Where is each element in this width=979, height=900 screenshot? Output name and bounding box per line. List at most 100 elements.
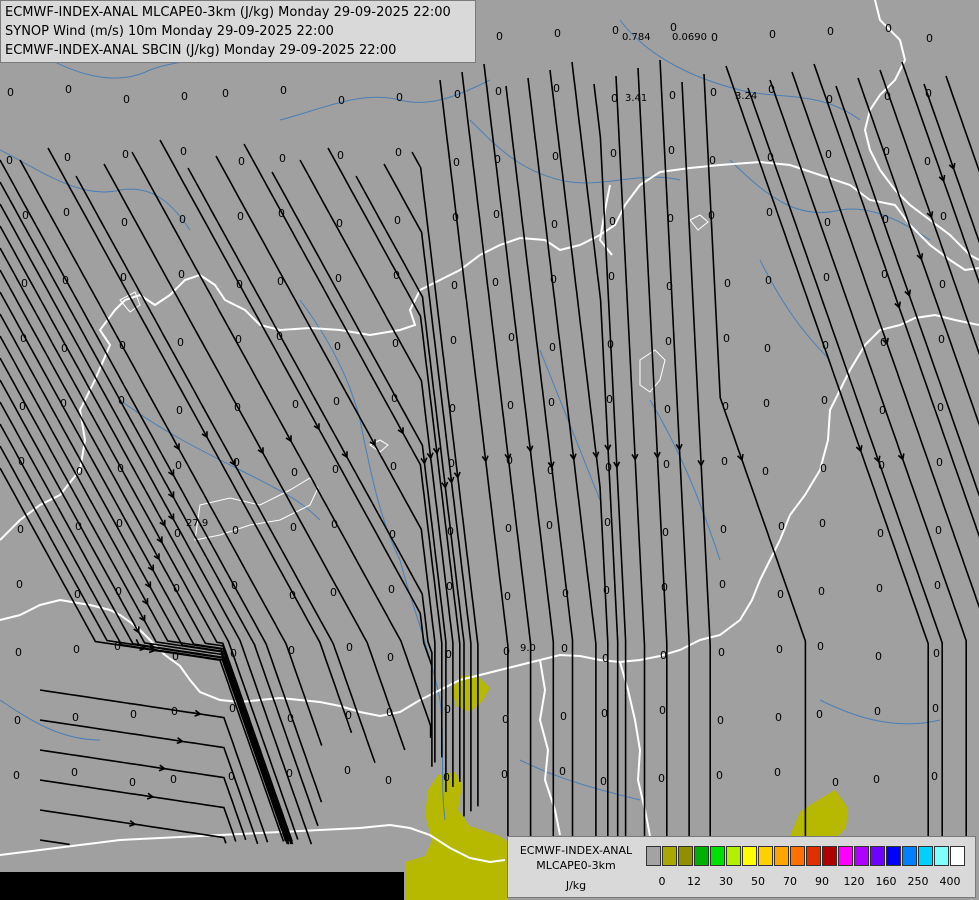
sbcin-zero-label: 0	[821, 394, 828, 407]
sbcin-zero-label: 0	[925, 87, 932, 100]
sbcin-zero-label: 0	[665, 335, 672, 348]
sbcin-zero-label: 0	[292, 398, 299, 411]
legend-tick-label: 160	[875, 875, 897, 888]
sbcin-zero-label: 0	[720, 523, 727, 536]
sbcin-zero-label: 0	[61, 342, 68, 355]
sbcin-zero-label: 0	[768, 83, 775, 96]
title-line-sbcin: ECMWF-INDEX-ANAL SBCIN (J/kg) Monday 29-…	[5, 43, 397, 58]
sbcin-zero-label: 0	[334, 340, 341, 353]
sbcin-zero-label: 0	[880, 336, 887, 349]
legend-swatch	[726, 846, 741, 866]
sbcin-zero-label: 0	[717, 714, 724, 727]
sbcin-zero-label: 0	[764, 342, 771, 355]
sbcin-zero-label: 0	[116, 517, 123, 530]
sbcin-zero-label: 0	[338, 94, 345, 107]
sbcin-zero-label: 0	[723, 332, 730, 345]
sbcin-zero-label: 0	[277, 275, 284, 288]
legend-swatch	[902, 846, 917, 866]
sbcin-zero-label: 0	[612, 24, 619, 37]
sbcin-zero-label: 0	[600, 775, 607, 788]
sbcin-zero-label: 0	[937, 401, 944, 414]
sbcin-zero-label: 0	[228, 770, 235, 783]
sbcin-zero-label: 0	[234, 401, 241, 414]
sbcin-zero-label: 0	[389, 528, 396, 541]
sbcin-zero-label: 0	[73, 643, 80, 656]
sbcin-zero-label: 0	[286, 767, 293, 780]
sbcin-zero-label: 0	[170, 773, 177, 786]
sbcin-zero-label: 0	[236, 278, 243, 291]
sbcin-zero-label: 0	[934, 579, 941, 592]
sbcin-zero-label: 0	[938, 333, 945, 346]
title-line-synop-wind: SYNOP Wind (m/s) 10m Monday 29-09-2025 2…	[5, 24, 334, 39]
sbcin-zero-label: 0	[878, 459, 885, 472]
sbcin-zero-label: 0	[562, 587, 569, 600]
sbcin-zero-label: 0	[233, 456, 240, 469]
sbcin-zero-label: 0	[716, 769, 723, 782]
sbcin-zero-label: 0	[552, 150, 559, 163]
sbcin-zero-label: 0	[877, 527, 884, 540]
sbcin-zero-label: 0	[122, 148, 129, 161]
sbcin-zero-label: 0	[508, 331, 515, 344]
sbcin-zero-label: 0	[179, 213, 186, 226]
sbcin-zero-label: 0	[13, 769, 20, 782]
sbcin-zero-label: 0	[882, 213, 889, 226]
sbcin-zero-label: 0	[884, 90, 891, 103]
legend-swatch	[662, 846, 677, 866]
sbcin-zero-label: 0	[385, 774, 392, 787]
sbcin-zero-label: 0	[123, 93, 130, 106]
legend-swatch	[838, 846, 853, 866]
legend-swatch	[710, 846, 725, 866]
sbcin-zero-label: 0	[171, 705, 178, 718]
sbcin-zero-label: 0	[7, 86, 14, 99]
sbcin-zero-label: 0	[231, 579, 238, 592]
sbcin-zero-label: 0	[824, 216, 831, 229]
sbcin-zero-label: 0	[346, 641, 353, 654]
sbcin-zero-label: 0	[492, 276, 499, 289]
legend-swatch	[870, 846, 885, 866]
sbcin-zero-label: 0	[288, 644, 295, 657]
sbcin-zero-label: 0	[818, 585, 825, 598]
sbcin-zero-label: 0	[505, 522, 512, 535]
sbcin-zero-label: 0	[932, 702, 939, 715]
sbcin-zero-label: 0	[604, 516, 611, 529]
sbcin-zero-label: 0	[64, 151, 71, 164]
sbcin-zero-label: 0	[778, 520, 785, 533]
sbcin-zero-label: 0	[119, 339, 126, 352]
sbcin-zero-label: 0	[453, 156, 460, 169]
sbcin-zero-label: 0	[6, 154, 13, 167]
sbcin-zero-label: 0	[180, 145, 187, 158]
sbcin-zero-label: 0	[832, 776, 839, 789]
sbcin-zero-label: 0	[823, 271, 830, 284]
sbcin-zero-label: 0	[19, 400, 26, 413]
sbcin-zero-label: 0	[117, 462, 124, 475]
sbcin-zero-label: 0	[16, 578, 23, 591]
sbcin-zero-label: 0	[276, 330, 283, 343]
legend-tick-label: 0	[658, 875, 666, 888]
sbcin-zero-label: 0	[118, 394, 125, 407]
legend-unit: J/kg	[565, 879, 587, 892]
sbcin-zero-label: 0	[175, 459, 182, 472]
cape-label-279: 27.9	[186, 518, 208, 529]
sbcin-zero-label: 0	[336, 217, 343, 230]
cape-label-324: 3.24	[735, 91, 757, 102]
sbcin-zero-label: 0	[229, 702, 236, 715]
sbcin-zero-label: 0	[333, 395, 340, 408]
sbcin-zero-label: 0	[62, 274, 69, 287]
sbcin-zero-label: 0	[74, 588, 81, 601]
color-legend: ECMWF-INDEX-ANAL MLCAPE0-3km J/kg 0 12 30 5…	[507, 836, 976, 898]
sbcin-zero-label: 0	[874, 705, 881, 718]
sbcin-zero-label: 0	[776, 643, 783, 656]
sbcin-zero-label: 0	[822, 339, 829, 352]
sbcin-zero-label: 0	[495, 85, 502, 98]
sbcin-zero-label: 0	[20, 332, 27, 345]
sbcin-zero-label: 0	[447, 525, 454, 538]
sbcin-zero-label: 0	[820, 462, 827, 475]
sbcin-zero-label: 0	[774, 766, 781, 779]
sbcin-zero-label: 0	[176, 404, 183, 417]
legend-tick-label: 90	[815, 875, 829, 888]
sbcin-zero-label: 0	[177, 336, 184, 349]
sbcin-zero-label: 0	[345, 709, 352, 722]
cape-label-0784: 0.784	[622, 32, 651, 43]
sbcin-zero-label: 0	[232, 524, 239, 537]
sbcin-zero-label: 0	[503, 645, 510, 658]
